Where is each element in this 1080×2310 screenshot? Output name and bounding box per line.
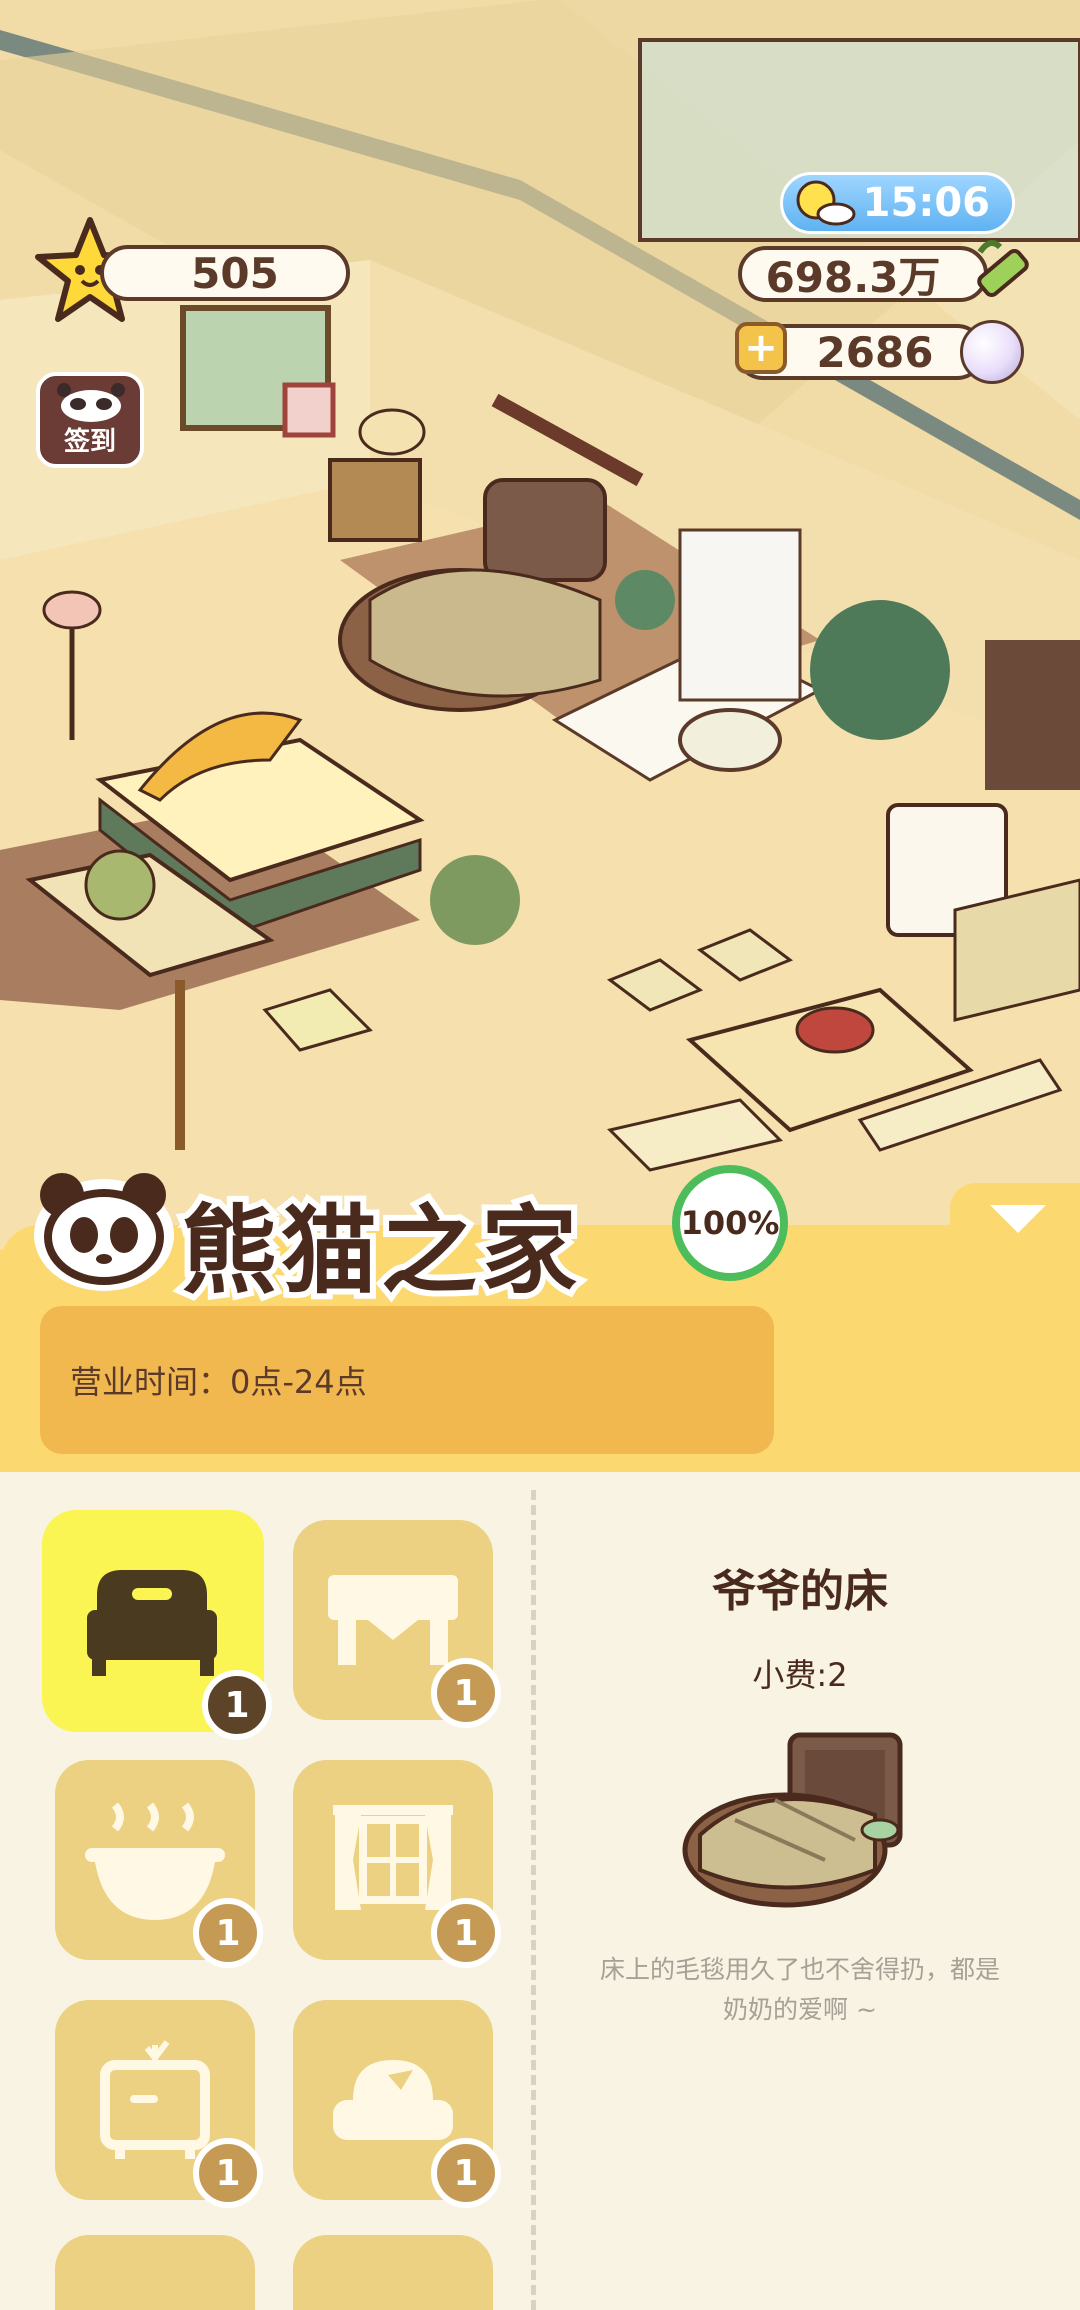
bamboo-counter: 698.3万 xyxy=(738,246,988,302)
collapse-arrow-icon[interactable] xyxy=(990,1205,1046,1233)
slot-count-badge: 1 xyxy=(431,1658,501,1728)
dashed-divider xyxy=(531,1490,536,2310)
grandpa-bed-preview xyxy=(682,1732,903,1908)
furniture-slot-table[interactable]: 1 xyxy=(293,1520,501,1728)
panda-logo-icon xyxy=(34,1173,174,1291)
furniture-slot-partial[interactable] xyxy=(293,2235,493,2310)
item-description-line2: 奶奶的爱啊 ~ xyxy=(723,1995,877,2024)
star-count: 505 xyxy=(191,248,279,298)
slot-count-badge: 1 xyxy=(193,1898,263,1968)
signin-label: 签到 xyxy=(63,427,116,457)
furniture-slot-bed[interactable]: 1 xyxy=(42,1510,272,1740)
bamboo-icon xyxy=(977,240,1029,298)
shop-title: 熊猫之家 xyxy=(175,1189,583,1313)
furniture-slot-cabinet[interactable]: 1 xyxy=(55,2000,263,2208)
slot-count-badge: 1 xyxy=(193,2138,263,2208)
item-tip: 小费:2 xyxy=(752,1656,848,1694)
furniture-slot-window[interactable]: 1 xyxy=(293,1760,501,1968)
slot-count-badge: 1 xyxy=(431,1898,501,1968)
business-hours: 营业时间：0点-24点 xyxy=(40,1306,774,1454)
bamboo-amount: 698.3万 xyxy=(765,252,941,302)
signin-button[interactable]: 签到 xyxy=(36,372,144,468)
pearl-icon xyxy=(960,320,1024,384)
item-name: 爷爷的床 xyxy=(712,1566,888,1617)
star-counter: 505 xyxy=(100,245,350,301)
slot-count-badge: 1 xyxy=(431,2138,501,2208)
clock-time: 15:06 xyxy=(862,180,990,226)
furniture-slot-sofa[interactable]: 1 xyxy=(293,2000,501,2208)
panda-face-icon xyxy=(57,383,125,422)
sun-cloud-icon xyxy=(796,180,856,226)
item-description: 床上的毛毯用久了也不舍得扔，都是 奶奶的爱啊 ~ xyxy=(570,1950,1030,2030)
furniture-slot-partial[interactable] xyxy=(55,2235,255,2310)
item-description-line1: 床上的毛毯用久了也不舍得扔，都是 xyxy=(599,1955,1000,1984)
add-currency-button[interactable]: + xyxy=(735,322,787,374)
progress-badge: 100% xyxy=(672,1165,788,1281)
furniture-slot-hot-pot[interactable]: 1 xyxy=(55,1760,263,1968)
pearl-amount: 2686 xyxy=(816,327,934,377)
slot-count-badge: 1 xyxy=(202,1670,272,1740)
